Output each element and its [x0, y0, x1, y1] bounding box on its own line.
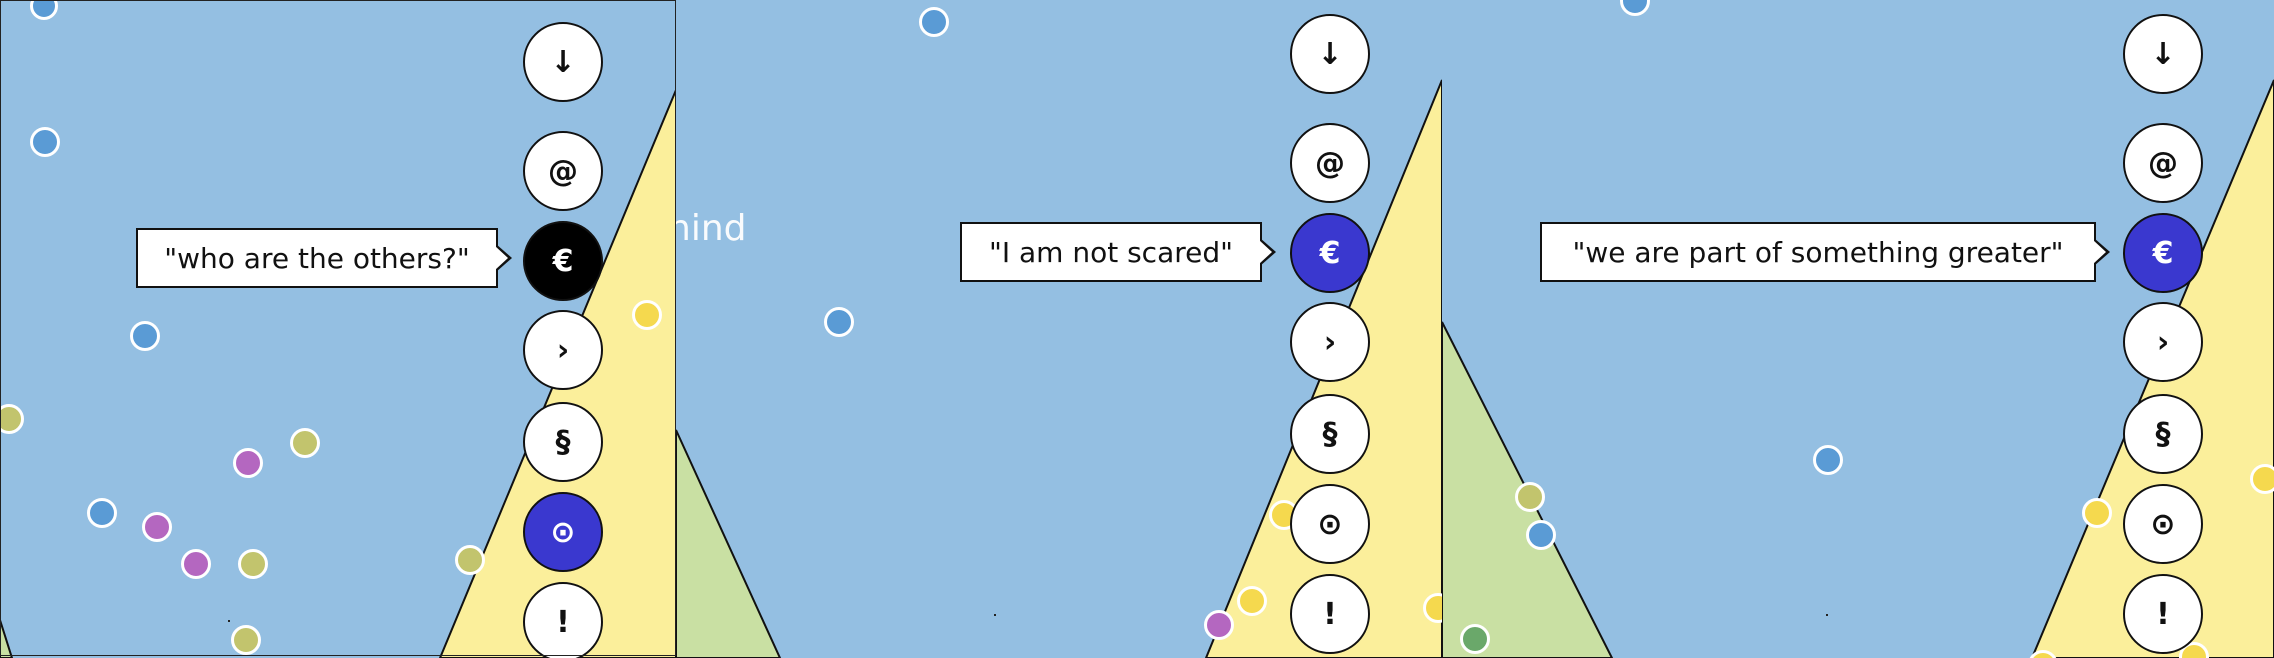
tooltip: "we are part of something greater" [1540, 222, 2096, 282]
at-button[interactable]: @ [523, 131, 603, 211]
particle [1813, 445, 1843, 475]
down-arrow-button[interactable]: ↓ [1290, 14, 1370, 94]
panel-2: nind "I am not scared" ↓ @ € › § ⊙ ! [676, 0, 1442, 658]
speck [228, 620, 230, 622]
particle [1237, 586, 1267, 616]
particle [130, 321, 160, 351]
particle [238, 549, 268, 579]
section-button[interactable]: § [523, 402, 603, 482]
at-button[interactable]: @ [1290, 123, 1370, 203]
panel-3: "we are part of something greater" ↓ @ €… [1442, 0, 2274, 658]
euro-button[interactable]: € [1290, 213, 1370, 293]
background-text: nind [676, 208, 747, 249]
speck [994, 614, 996, 616]
euro-button[interactable]: € [2123, 213, 2203, 293]
euro-button[interactable]: € [523, 221, 603, 301]
tooltip: "I am not scared" [960, 222, 1262, 282]
particle [2082, 498, 2112, 528]
next-button[interactable]: › [1290, 302, 1370, 382]
target-button[interactable]: ⊙ [523, 492, 603, 572]
section-button[interactable]: § [2123, 394, 2203, 474]
particle [632, 300, 662, 330]
speck [1826, 614, 1828, 616]
particle [1204, 610, 1234, 640]
next-button[interactable]: › [523, 310, 603, 390]
particle [30, 127, 60, 157]
target-button[interactable]: ⊙ [1290, 484, 1370, 564]
at-button[interactable]: @ [2123, 123, 2203, 203]
particle [87, 498, 117, 528]
down-arrow-button[interactable]: ↓ [523, 22, 603, 102]
section-button[interactable]: § [1290, 394, 1370, 474]
particle [142, 512, 172, 542]
particle [2250, 464, 2274, 494]
down-arrow-button[interactable]: ↓ [2123, 14, 2203, 94]
particle [919, 7, 949, 37]
panel-1: "who are the others?" ↓ @ € › § ⊙ ! [0, 0, 676, 658]
particle [290, 428, 320, 458]
particle [1515, 482, 1545, 512]
exclaim-button[interactable]: ! [2123, 574, 2203, 654]
tooltip: "who are the others?" [136, 228, 498, 288]
particle [1460, 624, 1490, 654]
next-button[interactable]: › [2123, 302, 2203, 382]
target-button[interactable]: ⊙ [2123, 484, 2203, 564]
exclaim-button[interactable]: ! [523, 582, 603, 658]
particle [181, 549, 211, 579]
particle [233, 448, 263, 478]
particle [231, 625, 261, 655]
exclaim-button[interactable]: ! [1290, 574, 1370, 654]
particle [824, 307, 854, 337]
particle [455, 545, 485, 575]
particle [1526, 520, 1556, 550]
